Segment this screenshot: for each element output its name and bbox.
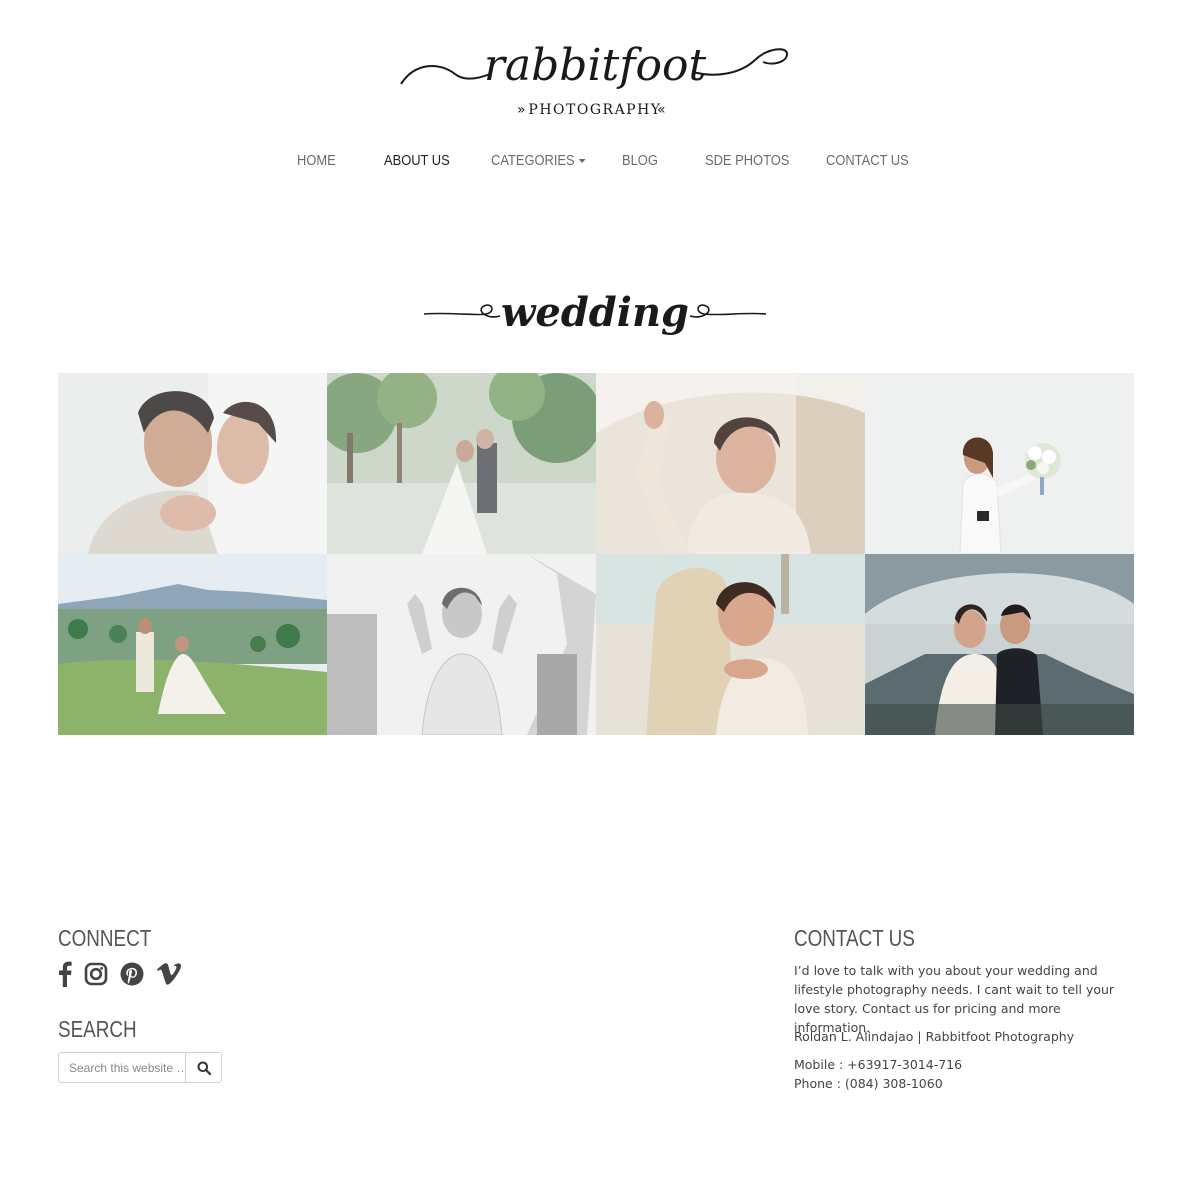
logo-arrows-right: « [657, 102, 666, 118]
section-heading-graphic: wedding [423, 289, 767, 336]
contact-mobile: Mobile : +63917-3014-716 [794, 1057, 963, 1072]
site-logo[interactable]: rabbitfoot » PHOTOGRAPHY « [395, 22, 795, 122]
section-title-text: wedding [501, 289, 689, 336]
logo-wordmark: rabbitfoot [484, 40, 707, 91]
photo-couple-tropical-trees [327, 373, 596, 554]
instagram-icon[interactable] [84, 962, 108, 986]
gallery-photo[interactable] [327, 554, 596, 735]
photo-couple-veil-closeup [58, 373, 327, 554]
social-links [58, 961, 182, 987]
facebook-icon[interactable] [58, 961, 72, 987]
nav-categories-label: CATEGORIES [491, 152, 575, 169]
caret-down-icon [578, 159, 586, 164]
vimeo-icon[interactable] [156, 963, 182, 985]
gallery-photo[interactable] [58, 373, 327, 554]
photo-couple-veil-dusk [865, 554, 1134, 735]
search-icon [197, 1061, 211, 1075]
logo-subtext: PHOTOGRAPHY [528, 102, 661, 118]
photo-bride-under-veil [596, 373, 865, 554]
gallery-photo[interactable] [865, 554, 1134, 735]
connect-title: CONNECT [58, 925, 152, 951]
nav-sde-photos[interactable]: SDE PHOTOS [705, 148, 789, 174]
contact-name: Roldan L. Alindajao | Rabbitfoot Photogr… [794, 1029, 1075, 1044]
photo-couple-beach-embrace [596, 554, 865, 735]
nav-about-us[interactable]: ABOUT US [384, 148, 450, 174]
logo-graphic: rabbitfoot » PHOTOGRAPHY « [400, 40, 789, 118]
search-form [58, 1052, 222, 1083]
search-button[interactable] [185, 1053, 221, 1082]
gallery-photo[interactable] [58, 554, 327, 735]
gallery-photo[interactable] [327, 373, 596, 554]
nav-blog[interactable]: BLOG [622, 148, 658, 174]
photo-bride-bouquet [865, 373, 1134, 554]
pinterest-icon[interactable] [120, 962, 144, 986]
gallery-photo[interactable] [596, 373, 865, 554]
gallery-photo[interactable] [865, 373, 1134, 554]
photo-gallery [58, 373, 1134, 735]
search-input[interactable] [59, 1053, 187, 1082]
nav-home[interactable]: HOME [297, 148, 336, 174]
nav-contact-us[interactable]: CONTACT US [826, 148, 909, 174]
main-nav: HOME ABOUT US CATEGORIES BLOG SDE PHOTOS… [0, 148, 1200, 174]
contact-title: CONTACT US [794, 925, 915, 951]
photo-couple-hillside [58, 554, 327, 735]
search-title: SEARCH [58, 1016, 137, 1042]
section-heading: wedding [420, 278, 770, 358]
contact-intro: I’d love to talk with you about your wed… [794, 963, 1115, 1035]
logo-arrows-left: » [517, 102, 526, 118]
gallery-photo[interactable] [596, 554, 865, 735]
nav-categories[interactable]: CATEGORIES [491, 148, 586, 174]
contact-phone: Phone : (084) 308-1060 [794, 1076, 943, 1091]
photo-bride-bridesmaids-bw [327, 554, 596, 735]
